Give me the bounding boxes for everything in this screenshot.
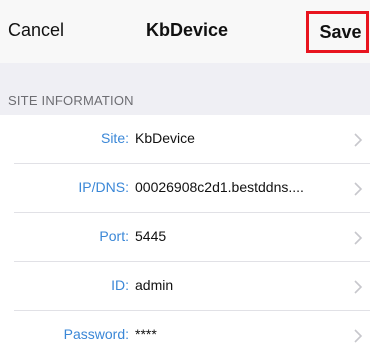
port-label: Port: — [99, 228, 129, 244]
site-label: Site: — [100, 130, 129, 146]
id-row[interactable]: ID: admin — [0, 262, 370, 311]
chevron-right-icon — [354, 182, 363, 196]
section-header: SITE INFORMATION — [8, 93, 134, 108]
password-label: Password: — [63, 326, 129, 342]
chevron-right-icon — [354, 231, 363, 245]
ip-dns-value: 00026908c2d1.bestddns.... — [135, 179, 304, 195]
site-row[interactable]: Site: KbDevice — [0, 115, 370, 164]
chevron-right-icon — [354, 329, 363, 343]
chevron-right-icon — [354, 280, 363, 294]
password-value: **** — [135, 326, 157, 342]
site-info-list: Site: KbDevice IP/DNS: 00026908c2d1.best… — [0, 115, 370, 358]
site-value: KbDevice — [135, 130, 195, 146]
navigation-bar: Cancel KbDevice Save — [0, 0, 370, 63]
ip-dns-label: IP/DNS: — [78, 179, 129, 195]
id-label: ID: — [111, 277, 129, 293]
port-row[interactable]: Port: 5445 — [0, 213, 370, 262]
id-value: admin — [135, 277, 174, 293]
password-row[interactable]: Password: **** — [0, 311, 370, 358]
save-button[interactable]: Save — [306, 11, 369, 53]
chevron-right-icon — [354, 133, 363, 147]
port-value: 5445 — [135, 228, 167, 244]
ip-dns-row[interactable]: IP/DNS: 00026908c2d1.bestddns.... — [0, 164, 370, 213]
